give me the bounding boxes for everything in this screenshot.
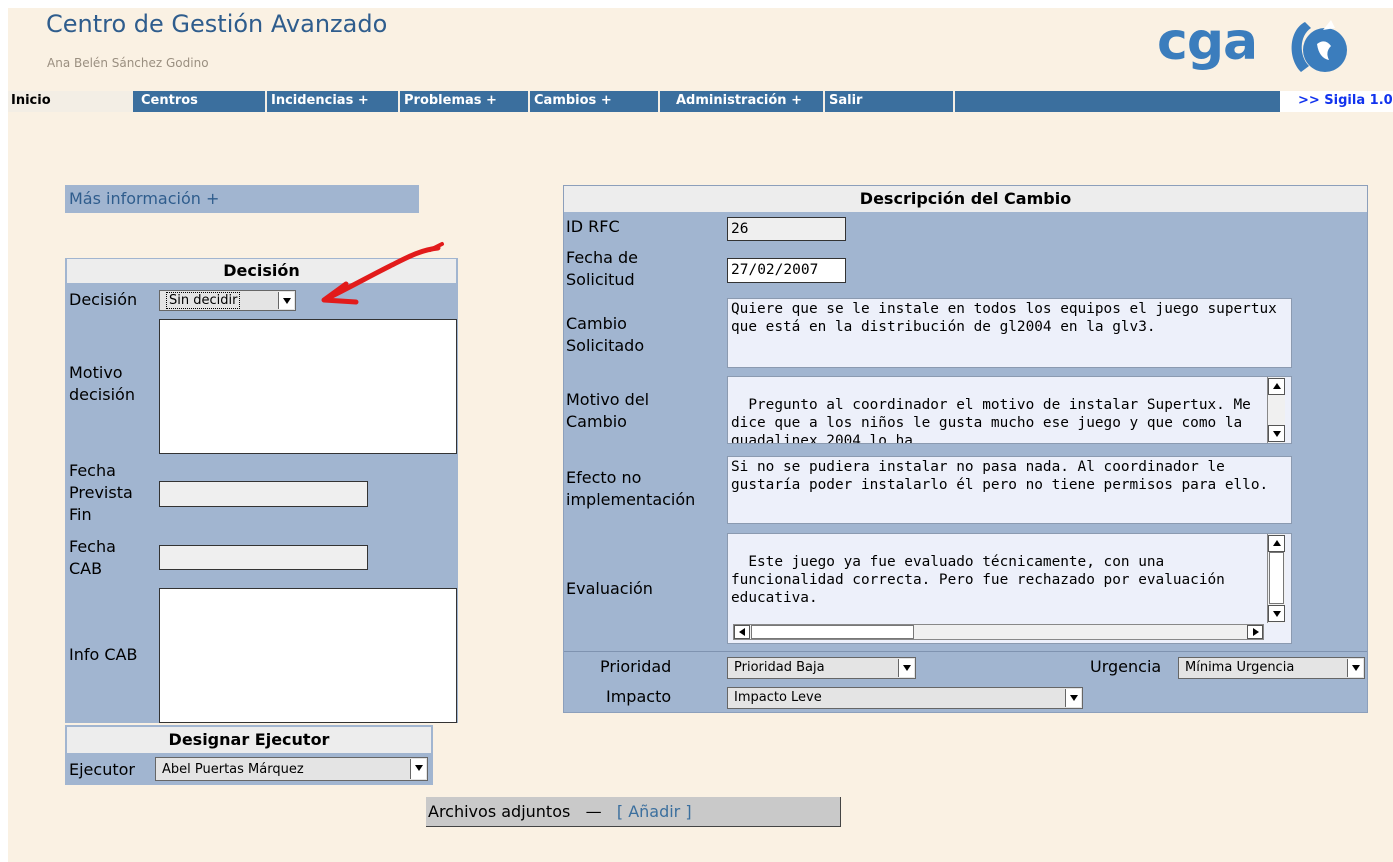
- executor-label: Ejecutor: [69, 760, 135, 779]
- chevron-down-icon: [278, 292, 294, 309]
- urgencia-select-value: Mínima Urgencia: [1185, 660, 1295, 675]
- evaluacion-hscrollbar[interactable]: [733, 624, 1264, 640]
- nav-sigila-link[interactable]: >> Sigila 1.0: [1280, 91, 1393, 112]
- scroll-thumb[interactable]: [1269, 552, 1284, 604]
- attachments-bar: Archivos adjuntos — [ Añadir ]: [426, 797, 841, 827]
- divider: [564, 651, 1367, 652]
- executor-select-value: Abel Puertas Márquez: [162, 762, 304, 777]
- add-attachment-link[interactable]: [ Añadir ]: [617, 802, 692, 821]
- scroll-up-icon[interactable]: [1268, 378, 1285, 395]
- evaluacion-label: Evaluación: [566, 579, 653, 598]
- nav-separator: [528, 91, 530, 112]
- urgencia-select[interactable]: Mínima Urgencia: [1178, 657, 1365, 679]
- fecha-cab-input[interactable]: [159, 545, 368, 570]
- nav-separator: [953, 91, 955, 112]
- fecha-prevista-fin-input[interactable]: [159, 481, 368, 507]
- executor-header: Designar Ejecutor: [67, 727, 431, 753]
- impacto-select[interactable]: Impacto Leve: [727, 687, 1083, 709]
- info-cab-label: Info CAB: [69, 645, 138, 664]
- scroll-thumb[interactable]: [751, 625, 914, 639]
- efecto-no-implementacion-textarea[interactable]: Si no se pudiera instalar no pasa nada. …: [727, 456, 1292, 524]
- attachments-label: Archivos adjuntos: [428, 802, 571, 821]
- scroll-down-icon[interactable]: [1268, 425, 1285, 442]
- change-description-header: Descripción del Cambio: [564, 186, 1367, 212]
- cga-logo: cga: [1157, 12, 1367, 80]
- prioridad-select-value: Prioridad Baja: [734, 660, 825, 675]
- decision-label: Decisión: [69, 290, 138, 309]
- logo-emblem-icon: [1291, 20, 1347, 72]
- app-title: Centro de Gestión Avanzado: [46, 10, 388, 38]
- id-rfc-input[interactable]: 26: [727, 217, 846, 241]
- cambio-solicitado-textarea[interactable]: Quiere que se le instale en todos los eq…: [727, 298, 1292, 368]
- nav-separator: [823, 91, 825, 112]
- id-rfc-label: ID RFC: [566, 217, 620, 236]
- prioridad-label: Prioridad: [600, 657, 672, 676]
- motivo-cambio-text: Pregunto al coordinador el motivo de ins…: [731, 397, 1260, 444]
- prioridad-select[interactable]: Prioridad Baja: [727, 657, 916, 679]
- chevron-down-icon: [1347, 659, 1363, 677]
- impacto-select-value: Impacto Leve: [734, 690, 822, 705]
- scroll-right-icon[interactable]: [1247, 625, 1263, 639]
- decision-select-value: Sin decidir: [166, 292, 241, 309]
- impacto-label: Impacto: [606, 687, 672, 706]
- nav-salir[interactable]: Salir: [826, 91, 953, 112]
- cambio-solicitado-label: Cambio Solicitado: [566, 314, 645, 355]
- logo-text: cga: [1157, 12, 1258, 72]
- scroll-left-icon[interactable]: [734, 625, 750, 639]
- attachments-dash: —: [585, 802, 602, 821]
- fecha-cab-label: Fecha CAB: [69, 537, 116, 578]
- motivo-cambio-label: Motivo del Cambio: [566, 390, 650, 431]
- fecha-solicitud-input[interactable]: 27/02/2007: [727, 258, 846, 283]
- evaluacion-text: Este juego ya fue evaluado técnicamente,…: [731, 554, 1234, 606]
- nav-separator: [398, 91, 400, 112]
- scroll-up-icon[interactable]: [1268, 535, 1285, 552]
- annotation-arrow-icon: [321, 242, 444, 305]
- motivo-decision-label: Motivo decisión: [69, 363, 135, 404]
- executor-select[interactable]: Abel Puertas Márquez: [155, 757, 428, 781]
- nav-inicio[interactable]: Inicio: [8, 91, 133, 112]
- urgencia-label: Urgencia: [1090, 657, 1162, 676]
- more-info-toggle[interactable]: Más información +: [65, 185, 419, 213]
- evaluacion-vscrollbar[interactable]: [1267, 534, 1285, 623]
- nav-administracion[interactable]: Administración +: [673, 91, 823, 112]
- nav-separator: [658, 91, 660, 112]
- decision-select[interactable]: Sin decidir: [159, 290, 296, 311]
- main-nav: Inicio Centros Incidencias + Problemas +…: [8, 91, 1393, 112]
- chevron-down-icon: [898, 659, 914, 677]
- nav-incidencias[interactable]: Incidencias +: [268, 91, 398, 112]
- nav-centros[interactable]: Centros: [138, 91, 265, 112]
- nav-cambios[interactable]: Cambios +: [531, 91, 658, 112]
- chevron-down-icon: [1065, 689, 1081, 707]
- fecha-prevista-fin-label: Fecha Prevista Fin: [69, 461, 133, 524]
- user-name: Ana Belén Sánchez Godino: [47, 56, 209, 70]
- nav-problemas[interactable]: Problemas +: [401, 91, 528, 112]
- chevron-down-icon: [410, 759, 426, 779]
- motivo-decision-textarea[interactable]: [159, 319, 457, 454]
- fecha-solicitud-label: Fecha de Solicitud: [566, 248, 638, 289]
- info-cab-textarea[interactable]: [159, 588, 457, 723]
- nav-separator: [265, 91, 267, 112]
- motivo-cambio-textarea[interactable]: Pregunto al coordinador el motivo de ins…: [727, 376, 1292, 444]
- motivo-scrollbar[interactable]: [1267, 377, 1285, 443]
- scroll-down-icon[interactable]: [1268, 605, 1285, 622]
- efecto-no-implementacion-label: Efecto no implementación: [566, 468, 696, 509]
